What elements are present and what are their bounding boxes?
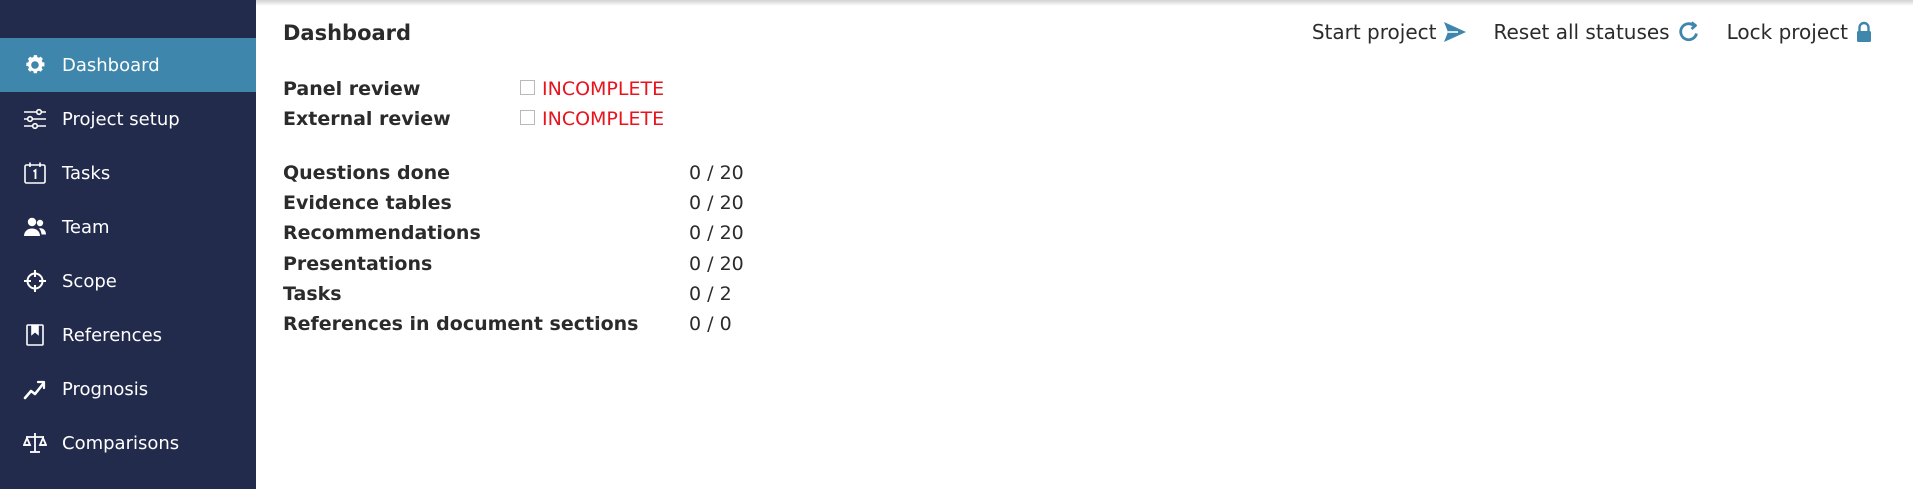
stats-label: Tasks <box>283 282 342 305</box>
status-row-external-review: External review INCOMPLETE <box>283 104 664 134</box>
stats-row: References in document sections 0 / 0 <box>283 309 744 339</box>
sidebar-item-label: Scope <box>62 270 117 292</box>
globe-icon <box>22 484 48 489</box>
gear-icon <box>22 52 48 78</box>
refresh-icon <box>1678 21 1698 42</box>
review-status-list: Panel review INCOMPLETE External review … <box>283 74 664 134</box>
reset-all-statuses-button[interactable]: Reset all statuses <box>1493 20 1700 44</box>
stats-row: Evidence tables 0 / 20 <box>283 188 744 218</box>
start-project-label: Start project <box>1311 20 1437 44</box>
lock-project-label: Lock project <box>1726 20 1848 44</box>
reset-statuses-label: Reset all statuses <box>1493 20 1670 44</box>
sidebar: Dashboard Project setup Tasks Team Scope <box>0 0 256 489</box>
sidebar-item-partial[interactable] <box>0 470 256 489</box>
stats-value: 0 / 0 <box>689 313 732 336</box>
sidebar-item-scope[interactable]: Scope <box>0 254 256 308</box>
calendar-icon <box>22 160 48 186</box>
sidebar-item-label: Tasks <box>62 162 111 184</box>
stats-value: 0 / 20 <box>689 162 744 185</box>
stats-row: Presentations 0 / 20 <box>283 249 744 279</box>
start-project-button[interactable]: Start project <box>1312 20 1468 44</box>
stats-value: 0 / 2 <box>689 282 732 305</box>
send-icon <box>1444 22 1467 42</box>
crosshair-icon <box>22 268 48 294</box>
lock-project-button[interactable]: Lock project <box>1727 20 1873 44</box>
team-icon <box>22 214 48 240</box>
bookmark-icon <box>22 322 48 348</box>
status-checkbox[interactable] <box>520 79 535 95</box>
sidebar-item-label: Comparisons <box>62 432 180 454</box>
status-value: INCOMPLETE <box>542 78 665 100</box>
stats-label: Presentations <box>283 252 433 275</box>
page-title: Dashboard <box>283 21 412 45</box>
stats-label: References in document sections <box>283 313 639 336</box>
progress-stats-list: Questions done 0 / 20 Evidence tables 0 … <box>283 158 744 339</box>
status-row-panel-review: Panel review INCOMPLETE <box>283 74 664 104</box>
lock-icon <box>1857 21 1871 42</box>
top-shadow <box>256 0 1913 6</box>
sidebar-item-prognosis[interactable]: Prognosis <box>0 362 256 416</box>
sidebar-item-label: Team <box>62 216 110 238</box>
sidebar-item-references[interactable]: References <box>0 308 256 362</box>
stats-label: Questions done <box>283 162 451 185</box>
sidebar-item-label: Prognosis <box>62 378 149 400</box>
scales-icon <box>22 430 48 456</box>
app-window: Dashboard Project setup Tasks Team Scope <box>0 0 1913 489</box>
sidebar-item-project-setup[interactable]: Project setup <box>0 92 256 146</box>
sliders-icon <box>22 106 48 132</box>
stats-row: Tasks 0 / 2 <box>283 279 744 309</box>
stats-value: 0 / 20 <box>689 252 744 275</box>
sidebar-item-label: Dashboard <box>62 54 160 76</box>
stats-label: Recommendations <box>283 222 481 245</box>
status-label: Panel review <box>283 78 421 100</box>
sidebar-item-label: Project setup <box>62 108 180 130</box>
stats-label: Evidence tables <box>283 192 452 215</box>
stats-row: Recommendations 0 / 20 <box>283 218 744 248</box>
stats-row: Questions done 0 / 20 <box>283 158 744 188</box>
header-actions: Start project Reset all statuses Lock pr… <box>1286 20 1873 44</box>
sidebar-item-dashboard[interactable]: Dashboard <box>0 38 256 92</box>
sidebar-item-team[interactable]: Team <box>0 200 256 254</box>
stats-value: 0 / 20 <box>689 222 744 245</box>
sidebar-item-comparisons[interactable]: Comparisons <box>0 416 256 470</box>
sidebar-item-label: References <box>62 324 163 346</box>
status-value: INCOMPLETE <box>542 108 665 130</box>
status-label: External review <box>283 108 451 130</box>
trend-up-icon <box>22 376 48 402</box>
stats-value: 0 / 20 <box>689 192 744 215</box>
status-checkbox[interactable] <box>520 109 535 125</box>
sidebar-item-tasks[interactable]: Tasks <box>0 146 256 200</box>
main-content: Dashboard Start project Reset all status… <box>256 0 1913 489</box>
